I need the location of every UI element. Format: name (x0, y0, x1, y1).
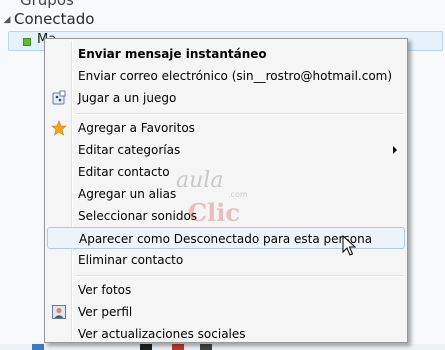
menu-item-label: Enviar correo electrónico (sin__rostro@h… (78, 69, 393, 83)
menu-item-send-instant-message[interactable]: Enviar mensaje instantáneo (47, 43, 405, 65)
menu-item-select-sounds[interactable]: Seleccionar sonidos (47, 205, 405, 227)
menu-item-play-game[interactable]: Jugar a un juego (47, 87, 405, 109)
menu-separator (75, 275, 403, 277)
mouse-cursor-icon (342, 235, 356, 256)
contact-context-menu: Enviar mensaje instantáneo Enviar correo… (44, 38, 408, 343)
menu-item-label: Ver fotos (78, 283, 132, 297)
menu-item-label: Ver actualizaciones sociales (78, 327, 246, 341)
menu-item-view-profile[interactable]: Ver perfil (47, 301, 405, 323)
menu-item-send-email[interactable]: Enviar correo electrónico (sin__rostro@h… (47, 65, 405, 87)
menu-item-add-alias[interactable]: Agregar un alias (47, 183, 405, 205)
menu-item-label: Eliminar contacto (78, 253, 184, 267)
menu-item-label: Editar categorías (78, 143, 181, 157)
submenu-arrow-icon (393, 146, 397, 154)
game-icon (52, 90, 66, 105)
menu-item-label: Jugar a un juego (78, 91, 177, 105)
group-name: Conectado (14, 10, 95, 28)
menu-item-view-social-updates[interactable]: Ver actualizaciones sociales (47, 323, 405, 345)
menu-item-label: Editar contacto (78, 165, 170, 179)
menu-item-add-favorites[interactable]: Agregar a Favoritos (47, 117, 405, 139)
menu-item-label: Agregar a Favoritos (78, 121, 195, 135)
online-status-icon (23, 38, 31, 46)
toolbar-icon[interactable] (32, 344, 44, 350)
profile-icon (52, 305, 66, 319)
menu-separator (75, 113, 403, 115)
menu-item-label: Seleccionar sonidos (78, 209, 198, 223)
star-icon (51, 120, 67, 136)
menu-item-label: Enviar mensaje instantáneo (78, 47, 267, 61)
menu-item-label: Aparecer como Desconectado para esta per… (79, 232, 373, 246)
menu-item-edit-contact[interactable]: Editar contacto (47, 161, 405, 183)
menu-item-edit-categories[interactable]: Editar categorías (47, 139, 405, 161)
menu-item-label: Ver perfil (78, 305, 133, 319)
menu-item-view-photos[interactable]: Ver fotos (47, 279, 405, 301)
group-header-connected[interactable]: ◢ Conectado (0, 10, 95, 30)
menu-item-label: Agregar un alias (78, 187, 177, 201)
collapse-triangle-icon[interactable]: ◢ (0, 15, 14, 25)
